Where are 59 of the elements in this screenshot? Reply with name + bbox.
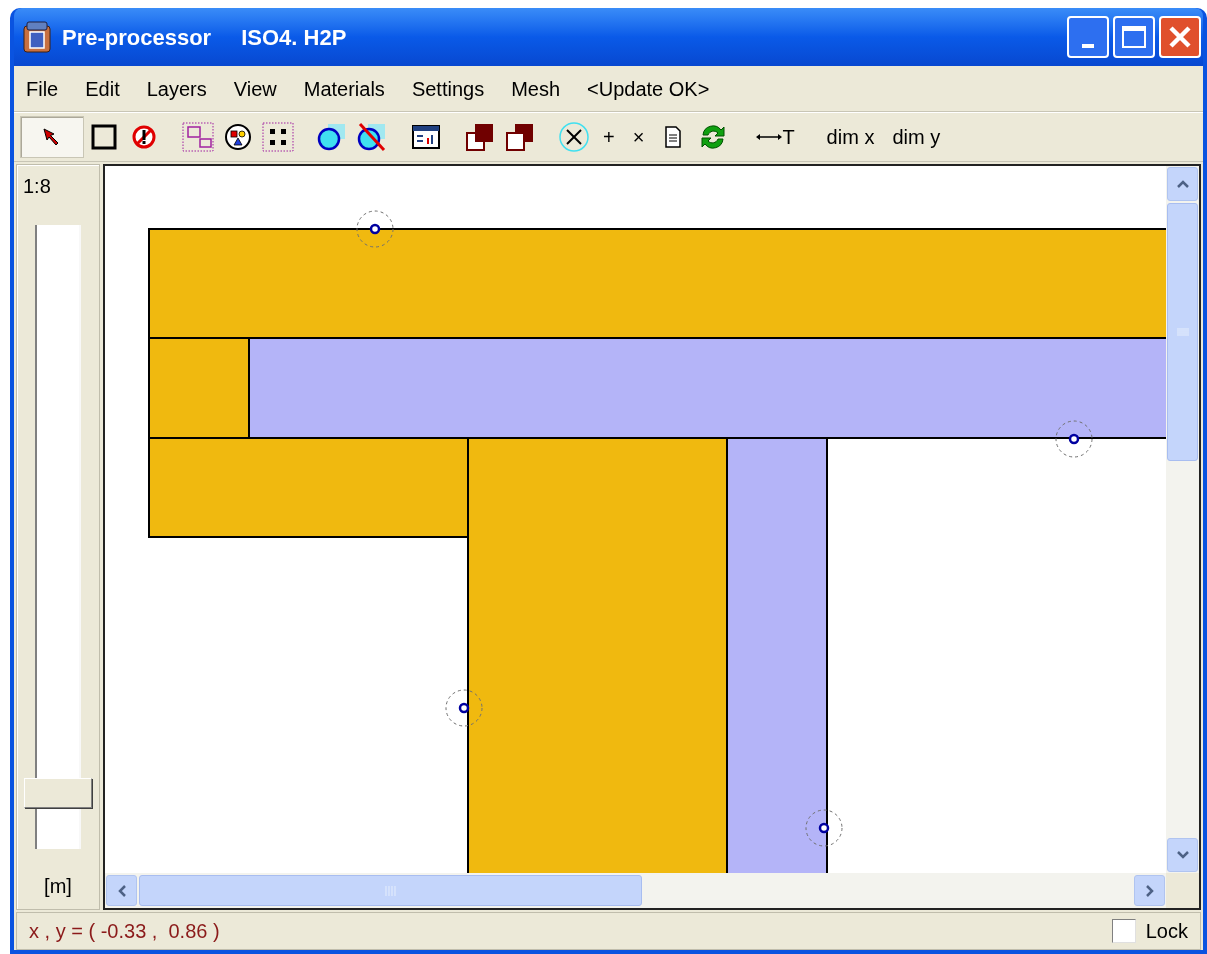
menu-item[interactable]: Layers [146, 73, 207, 104]
chart-window-icon [412, 125, 440, 149]
circle-icon [317, 122, 347, 152]
scrollbar-corner [1166, 873, 1199, 908]
tool-button[interactable]: dim x [817, 116, 884, 158]
node-marker [805, 809, 843, 847]
stacked-squares-icon [465, 122, 495, 152]
lock-checkbox[interactable] [1111, 919, 1136, 943]
window-title: Pre-processor [62, 23, 212, 52]
minimize-button[interactable] [1067, 16, 1109, 58]
chevron-down-icon [1176, 851, 1189, 859]
scale-label: 1:8 [23, 174, 51, 199]
document-icon [664, 126, 683, 148]
dots-icon [262, 122, 294, 152]
scroll-right-button[interactable] [1134, 875, 1165, 906]
lock-label: Lock [1145, 919, 1188, 944]
scroll-thumb[interactable] [1167, 203, 1198, 461]
dimension-tool-button[interactable]: T [747, 116, 804, 158]
menu-item[interactable]: <Update OK> [587, 73, 710, 104]
chevron-left-icon [117, 884, 126, 897]
x-circle-icon [558, 121, 590, 153]
scroll-down-button[interactable] [1167, 838, 1198, 872]
regions-icon [182, 122, 214, 152]
scroll-left-button[interactable] [106, 875, 137, 906]
pointer-tool-button[interactable] [20, 116, 84, 158]
forbidden-icon [131, 124, 157, 150]
menu-item[interactable]: Mesh [511, 73, 561, 104]
chevron-right-icon [1145, 884, 1154, 897]
file-name: ISO4. H2P [241, 23, 347, 52]
maximize-icon [1122, 26, 1146, 48]
stacked-squares-icon [505, 122, 535, 152]
vertical-scrollbar[interactable] [1166, 166, 1199, 873]
menu-item[interactable]: View [233, 73, 277, 104]
square-icon [91, 124, 117, 150]
node-marker [445, 689, 483, 727]
tool-button[interactable]: dim y [883, 116, 950, 158]
close-button[interactable] [1159, 16, 1201, 58]
scroll-up-button[interactable] [1167, 167, 1198, 201]
scroll-thumb[interactable] [139, 875, 642, 906]
tool-button[interactable]: + [594, 116, 624, 158]
struck-circle-icon [357, 122, 387, 152]
minimize-icon [1082, 44, 1094, 48]
coordinates-readout: x , y = ( -0.33 , 0.86 ) [29, 919, 220, 944]
slider-thumb[interactable] [24, 777, 92, 808]
chevron-up-icon [1176, 180, 1189, 188]
app-icon [22, 20, 52, 54]
menu-item[interactable]: Settings [411, 73, 485, 104]
horizontal-scrollbar[interactable] [105, 873, 1166, 908]
node-marker [1055, 420, 1093, 458]
dimension-arrow-icon [756, 132, 783, 142]
node-marker [356, 210, 394, 248]
menu-item[interactable]: File [26, 73, 59, 104]
tool-button[interactable]: × [623, 116, 654, 158]
unit-label: [m] [44, 874, 72, 899]
menu-item[interactable]: Edit [85, 73, 120, 104]
menu-item[interactable]: Materials [303, 73, 385, 104]
shapes-icon [224, 123, 252, 151]
close-icon [1167, 24, 1193, 50]
maximize-button[interactable] [1113, 16, 1155, 58]
